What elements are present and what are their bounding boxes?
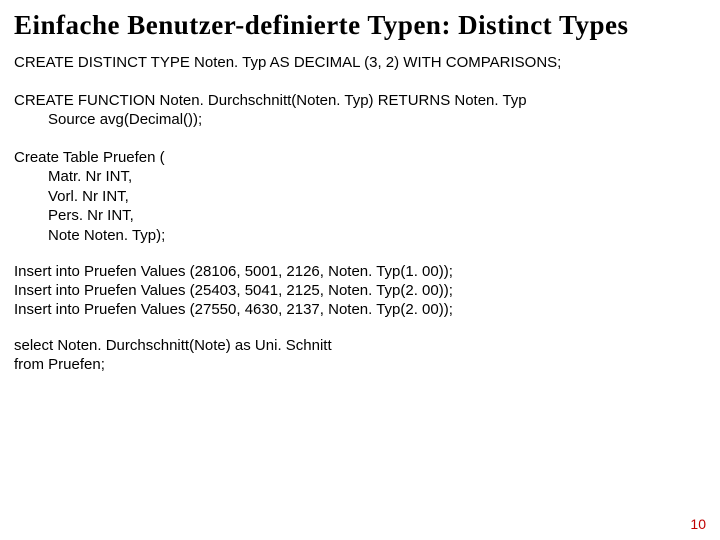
- sql-line: Matr. Nr INT,: [14, 167, 706, 187]
- sql-create-table: Create Table Pruefen ( Matr. Nr INT, Vor…: [14, 148, 706, 246]
- sql-create-function: CREATE FUNCTION Noten. Durchschnitt(Note…: [14, 91, 706, 130]
- sql-line: from Pruefen;: [14, 356, 706, 375]
- sql-line: Vorl. Nr INT,: [14, 187, 706, 207]
- sql-line: Insert into Pruefen Values (25403, 5041,…: [14, 282, 706, 301]
- sql-select: select Noten. Durchschnitt(Note) as Uni.…: [14, 337, 706, 375]
- sql-line: Source avg(Decimal());: [14, 110, 706, 130]
- sql-line: Insert into Pruefen Values (28106, 5001,…: [14, 263, 706, 282]
- sql-line: select Noten. Durchschnitt(Note) as Uni.…: [14, 337, 706, 356]
- sql-line: CREATE FUNCTION Noten. Durchschnitt(Note…: [14, 92, 527, 109]
- sql-inserts: Insert into Pruefen Values (28106, 5001,…: [14, 263, 706, 319]
- sql-create-type: CREATE DISTINCT TYPE Noten. Typ AS DECIM…: [14, 53, 706, 73]
- page-number: 10: [690, 516, 706, 532]
- sql-line: Create Table Pruefen (: [14, 149, 165, 166]
- sql-line: Insert into Pruefen Values (27550, 4630,…: [14, 301, 706, 320]
- sql-line: Pers. Nr INT,: [14, 206, 706, 226]
- sql-line: Note Noten. Typ);: [14, 226, 706, 246]
- slide-title: Einfache Benutzer-definierte Typen: Dist…: [14, 10, 706, 41]
